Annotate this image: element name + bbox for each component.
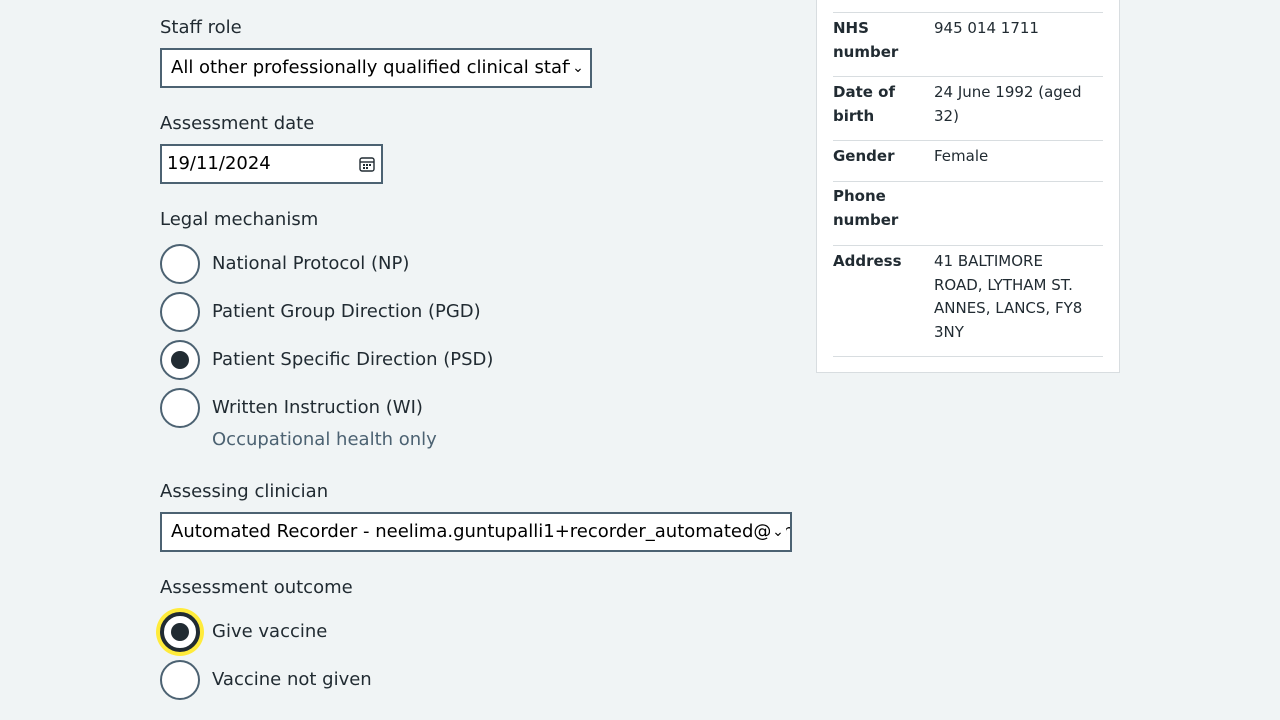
radio-label[interactable]: Vaccine not given: [212, 660, 372, 700]
assessing-clinician-selected-value: Automated Recorder - neelima.guntupalli1…: [171, 521, 792, 542]
assessing-clinician-select[interactable]: Automated Recorder - neelima.guntupalli1…: [160, 512, 792, 552]
radio-label[interactable]: Patient Specific Direction (PSD): [212, 340, 493, 380]
assessment-outcome-label: Assessment outcome: [160, 577, 353, 598]
radio-circle[interactable]: [160, 388, 200, 428]
radio-circle[interactable]: [160, 244, 200, 284]
summary-row-gender: Gender Female: [833, 145, 1103, 182]
calendar-icon[interactable]: [359, 156, 375, 172]
summary-key: Date of birth: [833, 83, 895, 125]
radio-label[interactable]: National Protocol (NP): [212, 244, 409, 284]
summary-key: NHS number: [833, 19, 899, 61]
summary-row-address: Address 41 BALTIMORE ROAD, LYTHAM ST. AN…: [833, 250, 1103, 357]
summary-value: 24 June 1992 (aged 32): [934, 83, 1082, 125]
radio-label[interactable]: Patient Group Direction (PGD): [212, 292, 481, 332]
summary-row-phone-number: Phone number: [833, 185, 1103, 246]
summary-key: Phone number: [833, 187, 899, 229]
panel-top-divider: [833, 0, 1103, 13]
assessment-date-value: 19/11/2024: [167, 153, 271, 174]
summary-value: 945 014 1711: [934, 19, 1039, 37]
summary-row-date-of-birth: Date of birth 24 June 1992 (aged 32): [833, 81, 1103, 141]
assessment-date-label: Assessment date: [160, 113, 315, 134]
summary-key: Address: [833, 252, 902, 270]
radio-label[interactable]: Give vaccine: [212, 612, 327, 652]
radio-label[interactable]: Written Instruction (WI): [212, 388, 423, 428]
assessing-clinician-label: Assessing clinician: [160, 481, 329, 502]
summary-value: Female: [934, 147, 989, 165]
staff-role-selected-value: All other professionally qualified clini…: [171, 57, 575, 78]
legal-mechanism-label: Legal mechanism: [160, 209, 319, 230]
chevron-down-icon: ⌄: [770, 514, 786, 550]
radio-circle[interactable]: [160, 660, 200, 700]
summary-key: Gender: [833, 147, 895, 165]
chevron-down-icon: ⌄: [570, 50, 586, 86]
radio-circle-checked[interactable]: [160, 340, 200, 380]
summary-row-nhs-number: NHS number 945 014 1711: [833, 17, 1103, 77]
written-instruction-hint: Occupational health only: [212, 429, 437, 450]
staff-role-label: Staff role: [160, 17, 242, 38]
staff-role-select[interactable]: All other professionally qualified clini…: [160, 48, 592, 88]
radio-circle[interactable]: [160, 292, 200, 332]
patient-details-panel: NHS number 945 014 1711 Date of birth 24…: [816, 0, 1120, 373]
assessment-date-input[interactable]: 19/11/2024: [160, 144, 383, 184]
radio-circle-checked-focused[interactable]: [160, 612, 200, 652]
summary-value: 41 BALTIMORE ROAD, LYTHAM ST. ANNES, LAN…: [934, 252, 1083, 341]
